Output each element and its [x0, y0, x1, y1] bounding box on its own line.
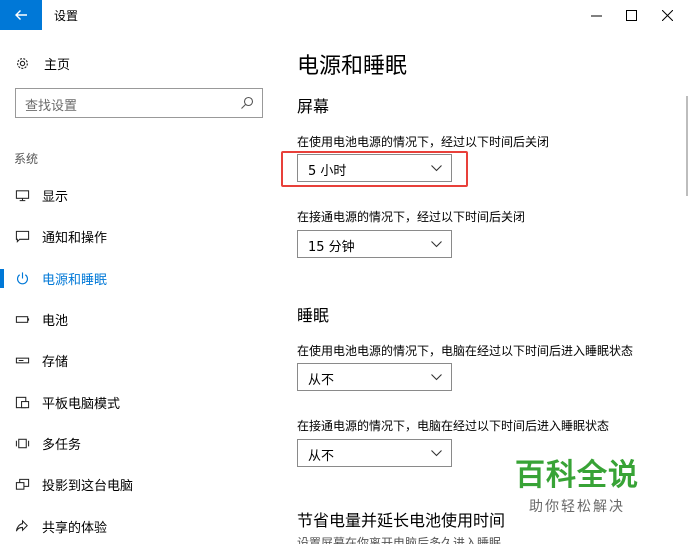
sidebar-item-notifications[interactable]: 通知和操作	[0, 216, 280, 257]
maximize-icon	[625, 9, 637, 21]
minimize-icon	[590, 15, 602, 16]
home-label: 主页	[44, 58, 71, 73]
share-icon	[14, 518, 30, 534]
sidebar-item-multitasking[interactable]: 多任务	[0, 423, 280, 464]
sidebar-item-shared-experiences[interactable]: 共享的体验	[0, 505, 280, 544]
chevron-down-icon	[431, 241, 442, 248]
storage-icon	[14, 353, 30, 369]
sidebar-item-tablet-mode[interactable]: 平板电脑模式	[0, 381, 280, 422]
window-title: 设置	[54, 9, 79, 23]
sleep-battery-dropdown[interactable]: 从不	[297, 363, 452, 391]
sidebar-item-battery[interactable]: 电池	[0, 299, 280, 340]
search-input[interactable]: 查找设置	[15, 88, 263, 118]
close-button[interactable]	[650, 0, 684, 30]
scrollbar[interactable]	[686, 96, 688, 196]
sidebar-item-label: 通知和操作	[42, 231, 108, 247]
watermark-subtitle: 助你轻松解决	[529, 499, 625, 515]
sidebar-nav: 显示 通知和操作 电源和睡眠 电池 存储 平板电脑模式 多任务 投影到这台电脑 …	[0, 175, 280, 544]
back-button[interactable]	[0, 0, 42, 30]
project-icon	[14, 477, 30, 493]
saver-heading: 节省电量并延长电池使用时间	[297, 511, 506, 530]
highlight-box	[281, 151, 468, 187]
sleep-heading: 睡眠	[297, 306, 330, 325]
power-icon	[14, 270, 30, 286]
sleep-plugged-dropdown[interactable]: 从不	[297, 439, 452, 467]
chevron-down-icon	[431, 374, 442, 381]
sidebar-item-label: 电源和睡眠	[42, 272, 108, 288]
sidebar-item-label: 电池	[42, 314, 69, 330]
multitask-icon	[14, 435, 30, 451]
sleep-plugged-label: 在接通电源的情况下，电脑在经过以下时间后进入睡眠状态	[297, 419, 610, 433]
monitor-icon	[14, 188, 30, 204]
screen-heading: 屏幕	[297, 97, 330, 116]
arrow-left-icon	[15, 10, 27, 20]
sidebar-item-label: 共享的体验	[42, 520, 108, 536]
tablet-icon	[14, 394, 30, 410]
sidebar-item-label: 存储	[42, 355, 69, 371]
screen-plugged-dropdown[interactable]: 15 分钟	[297, 230, 452, 258]
sidebar-item-label: 显示	[42, 190, 69, 206]
screen-plugged-label: 在接通电源的情况下，经过以下时间后关闭	[297, 210, 526, 224]
group-label: 系统	[14, 152, 39, 166]
watermark: 百科全说 助你轻松解决	[512, 450, 642, 516]
sidebar-item-project[interactable]: 投影到这台电脑	[0, 464, 280, 505]
page-title: 电源和睡眠	[297, 54, 408, 79]
dropdown-value: 从不	[308, 449, 335, 464]
sidebar-item-power-sleep[interactable]: 电源和睡眠	[0, 258, 280, 299]
search-placeholder: 查找设置	[25, 99, 78, 114]
chevron-down-icon	[431, 450, 442, 457]
sidebar-item-storage[interactable]: 存储	[0, 340, 280, 381]
title-bar: 设置	[0, 0, 692, 30]
sleep-battery-label: 在使用电池电源的情况下，电脑在经过以下时间后进入睡眠状态	[297, 344, 634, 358]
screen-battery-label: 在使用电池电源的情况下，经过以下时间后关闭	[297, 135, 550, 149]
saver-description: 设置屏幕在你离开电脑后多久进入睡眠	[297, 536, 502, 544]
home-link[interactable]: 主页	[14, 54, 70, 73]
minimize-button[interactable]	[579, 0, 613, 30]
watermark-title: 百科全说	[515, 458, 639, 493]
message-icon	[14, 229, 30, 245]
sidebar-item-label: 投影到这台电脑	[42, 479, 134, 495]
battery-icon	[14, 312, 30, 328]
dropdown-value: 从不	[308, 373, 335, 388]
sidebar-item-label: 多任务	[42, 437, 82, 453]
sidebar: 主页 查找设置 系统 显示 通知和操作 电源和睡眠 电池 存储 平板电脑模式 多…	[0, 30, 280, 544]
search-icon	[241, 96, 254, 109]
close-icon	[661, 9, 673, 21]
dropdown-value: 15 分钟	[308, 240, 355, 255]
sidebar-item-display[interactable]: 显示	[0, 175, 280, 216]
maximize-button[interactable]	[614, 0, 648, 30]
gear-icon	[14, 56, 30, 72]
sidebar-item-label: 平板电脑模式	[42, 396, 121, 412]
